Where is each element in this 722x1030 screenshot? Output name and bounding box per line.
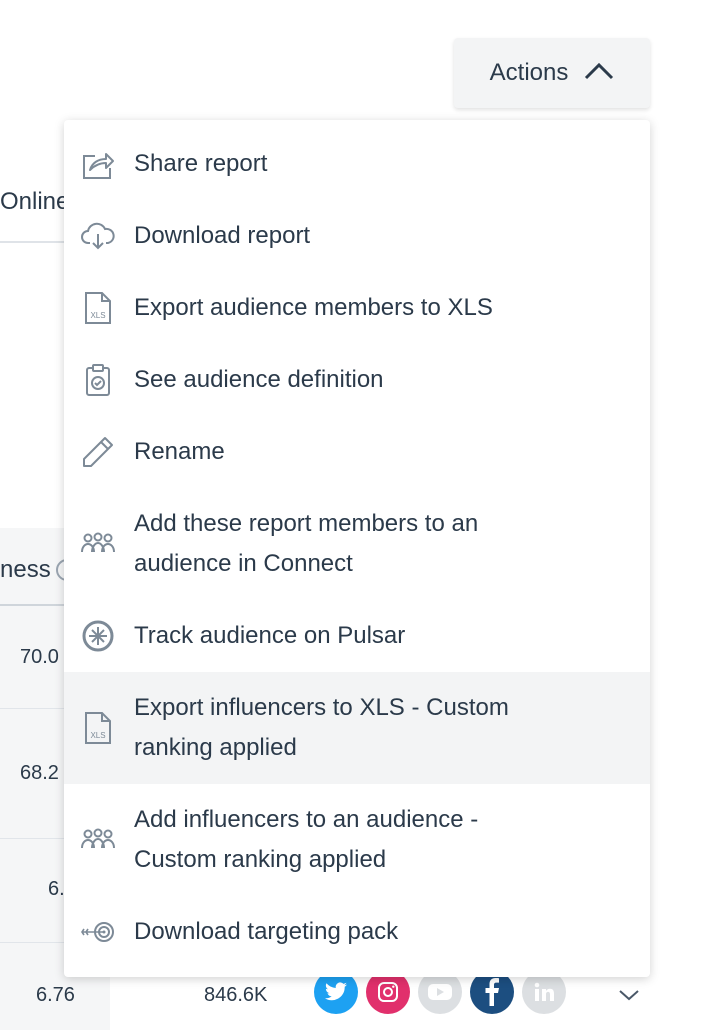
column-header[interactable]: ness [0, 556, 51, 584]
cloud-download-icon [80, 218, 116, 254]
menu-item-label: Rename [134, 438, 225, 465]
people-group-icon [80, 526, 116, 562]
xls-file-icon: XLS [80, 290, 116, 326]
svg-text:XLS: XLS [90, 731, 105, 740]
actions-button-label: Actions [489, 59, 569, 86]
clipboard-check-icon [80, 362, 116, 398]
menu-item-add-members-to-connect[interactable]: Add these report members to an audience … [64, 488, 650, 600]
menu-item-download-report[interactable]: Download report [64, 200, 650, 272]
menu-item-export-audience-xls[interactable]: XLS Export audience members to XLS [64, 272, 650, 344]
actions-button[interactable]: Actions [454, 38, 650, 108]
table-cell: 68.2 [20, 762, 59, 784]
menu-item-add-influencers-to-audience[interactable]: Add influencers to an audience - Custom … [64, 784, 650, 896]
chevron-up-icon [584, 61, 614, 86]
menu-item-label: Track audience on Pulsar [134, 622, 406, 649]
table-cell: 6.76 [36, 984, 75, 1006]
menu-item-label: See audience definition [134, 366, 384, 393]
menu-item-label: Download targeting pack [134, 918, 399, 945]
chevron-down-icon[interactable] [618, 988, 640, 1007]
followers-value: 846.6K [204, 984, 268, 1006]
people-group-icon [80, 822, 116, 858]
xls-file-icon: XLS [80, 710, 116, 746]
actions-dropdown-menu: Share report Download report XLS Export … [64, 120, 650, 977]
target-icon [80, 914, 116, 950]
menu-item-label: Add influencers to an audience - Custom … [134, 806, 479, 873]
menu-item-see-audience-definition[interactable]: See audience definition [64, 344, 650, 416]
menu-item-label: Export audience members to XLS [134, 294, 493, 321]
menu-item-share-report[interactable]: Share report [64, 128, 650, 200]
tab-online[interactable]: Online [0, 188, 69, 216]
table-cell: 70.0 [20, 646, 59, 668]
share-icon [80, 146, 116, 182]
table-cell: 6. [48, 878, 65, 900]
pencil-icon [80, 434, 116, 470]
menu-item-track-pulsar[interactable]: Track audience on Pulsar [64, 600, 650, 672]
menu-item-label: Share report [134, 150, 268, 177]
pulsar-icon [80, 618, 116, 654]
svg-text:XLS: XLS [90, 311, 105, 320]
menu-item-label: Export influencers to XLS - Custom ranki… [134, 694, 509, 761]
menu-item-download-targeting-pack[interactable]: Download targeting pack [64, 896, 650, 968]
tab-underline [0, 241, 70, 243]
menu-item-rename[interactable]: Rename [64, 416, 650, 488]
menu-item-label: Download report [134, 222, 311, 249]
menu-item-export-influencers-xls[interactable]: XLS Export influencers to XLS - Custom r… [64, 672, 650, 784]
header-divider [0, 604, 70, 606]
menu-item-label: Add these report members to an audience … [134, 510, 479, 577]
